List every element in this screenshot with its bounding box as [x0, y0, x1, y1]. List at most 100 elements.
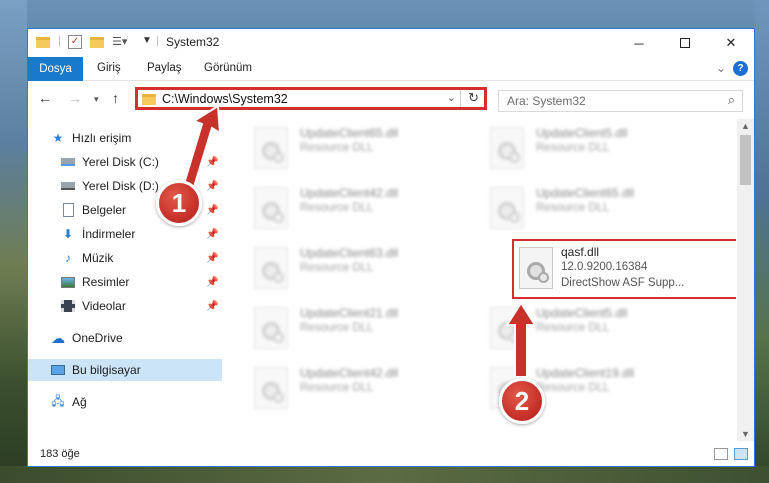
annotation-badge-2: 2 [499, 378, 545, 424]
sidebar-item-quick-access[interactable]: ★ Hızlı erişim [28, 127, 222, 149]
file-description: Resource DLL [536, 382, 610, 394]
file-name: UpdateClient42.dll [300, 186, 399, 200]
file-description: Resource DLL [536, 142, 610, 154]
window-title: System32 [166, 35, 220, 49]
pictures-icon [60, 275, 76, 289]
minimize-button[interactable]: ─ [616, 29, 662, 57]
dll-file-icon [519, 247, 553, 289]
sidebar-item-pictures[interactable]: Resimler 📌 [28, 271, 222, 293]
tab-view[interactable]: Görünüm [204, 62, 252, 74]
file-description: DirectShow ASF Supp... [561, 277, 685, 289]
sidebar-label-drive-d: Yerel Disk (D:) [82, 179, 159, 193]
file-description: Resource DLL [536, 202, 610, 214]
pin-icon[interactable]: 📌 [206, 277, 218, 288]
recent-locations-icon[interactable]: ▾ [94, 94, 99, 105]
pin-icon[interactable]: 📌 [206, 253, 218, 264]
sidebar-item-drive-c[interactable]: Yerel Disk (C:) 📌 [28, 151, 222, 173]
dll-file-icon [254, 307, 288, 349]
sidebar-item-music[interactable]: ♪ Müzik 📌 [28, 247, 222, 269]
sidebar-item-this-pc[interactable]: Bu bilgisayar [28, 359, 222, 381]
file-name: UpdateClient65.dll [536, 186, 635, 200]
sidebar-label-this-pc: Bu bilgisayar [72, 363, 141, 377]
downloads-icon: ⬇ [62, 227, 74, 241]
details-view-icon[interactable] [714, 448, 728, 460]
tab-file[interactable]: Dosya [28, 57, 83, 81]
close-button[interactable]: ✕ [708, 29, 754, 57]
sidebar-item-network[interactable]: 🖧 Ağ [28, 391, 222, 413]
file-item[interactable]: UpdateClient5.dll Resource DLL [486, 303, 716, 359]
file-explorer-window: | ✓ ☰▾ ▼ | System32 ─ ✕ Dosya Giriş Payl… [27, 28, 755, 467]
sidebar-item-videos[interactable]: Videolar 📌 [28, 295, 222, 317]
file-description: Resource DLL [300, 202, 374, 214]
file-item[interactable]: UpdateClient65.dll Resource DLL [250, 123, 480, 179]
forward-arrow-icon[interactable]: → [68, 90, 82, 106]
pin-icon[interactable]: 📌 [206, 229, 218, 240]
file-item[interactable]: UpdateClient42.dll Resource DLL [250, 363, 480, 419]
scroll-up-icon[interactable]: ▲ [741, 121, 750, 131]
network-icon: 🖧 [51, 393, 65, 408]
file-name: UpdateClient19.dll [536, 366, 635, 380]
sidebar-item-onedrive[interactable]: ☁ OneDrive [28, 327, 222, 349]
sidebar-label-videos: Videolar [82, 299, 126, 313]
sidebar-label-network: Ağ [72, 395, 87, 409]
scrollbar-thumb[interactable] [740, 135, 751, 185]
dll-file-icon [490, 127, 524, 169]
new-folder-icon[interactable] [90, 35, 104, 51]
tab-home[interactable]: Giriş [97, 62, 121, 74]
file-item[interactable]: UpdateClient5.dll Resource DLL [486, 123, 716, 179]
file-name: UpdateClient63.dll [300, 246, 399, 260]
title-bar: | ✓ ☰▾ ▼ | System32 ─ ✕ [28, 29, 754, 57]
title-separator-2: | [156, 35, 159, 47]
sidebar-label-quick-access: Hızlı erişim [72, 131, 132, 145]
star-icon: ★ [52, 131, 64, 145]
quick-access-dropdown-icon[interactable]: ▼ [142, 35, 152, 51]
customize-toolbar-icon[interactable]: ☰▾ [112, 35, 127, 51]
scroll-down-icon[interactable]: ▼ [741, 429, 750, 439]
large-icons-view-icon[interactable] [734, 448, 748, 460]
address-dropdown-icon[interactable]: ⌄ [447, 91, 456, 104]
maximize-icon [680, 38, 690, 48]
drive-icon [60, 155, 76, 169]
cloud-icon: ☁ [51, 329, 65, 346]
file-description: Resource DLL [300, 382, 374, 394]
sidebar-label-drive-c: Yerel Disk (C:) [82, 155, 159, 169]
file-item[interactable]: UpdateClient21.dll Resource DLL [250, 303, 480, 359]
back-arrow-icon[interactable]: ← [38, 90, 52, 106]
help-icon[interactable]: ? [733, 61, 748, 76]
videos-icon [60, 299, 76, 313]
highlighted-file-qasf[interactable]: qasf.dll 12.0.9200.16384 DirectShow ASF … [512, 239, 736, 299]
music-icon: ♪ [65, 251, 71, 265]
pin-icon[interactable]: 📌 [206, 157, 218, 168]
expand-ribbon-icon[interactable]: ⌄ [716, 61, 726, 75]
title-separator: | [58, 35, 61, 47]
documents-icon [60, 203, 76, 217]
up-arrow-icon[interactable]: ↑ [112, 90, 119, 106]
dll-file-icon [254, 247, 288, 289]
tab-share[interactable]: Paylaş [147, 62, 182, 74]
sidebar-label-documents: Belgeler [82, 203, 127, 217]
file-description: Resource DLL [300, 262, 374, 274]
address-path: C:\Windows\System32 [162, 92, 288, 106]
search-placeholder: Ara: System32 [507, 94, 586, 108]
address-folder-icon [142, 94, 156, 105]
refresh-icon[interactable]: ↻ [468, 90, 479, 106]
maximize-button[interactable] [662, 29, 708, 57]
file-description: Resource DLL [300, 322, 374, 334]
vertical-scrollbar[interactable]: ▲ ▼ [737, 119, 754, 441]
search-box[interactable]: Ara: System32 ⌕ [498, 90, 743, 112]
desktop-background-bottom [0, 466, 769, 483]
status-bar: 183 öğe [28, 442, 754, 466]
file-item[interactable]: UpdateClient65.dll Resource DLL [486, 183, 716, 239]
address-bar[interactable]: C:\Windows\System32 ⌄ ↻ [135, 87, 487, 110]
file-item[interactable]: UpdateClient63.dll Resource DLL [250, 243, 480, 299]
pin-icon[interactable]: 📌 [206, 301, 218, 312]
minimize-icon: ─ [634, 35, 644, 51]
file-item[interactable]: UpdateClient42.dll Resource DLL [250, 183, 480, 239]
item-count: 183 öğe [40, 448, 80, 460]
pin-icon[interactable]: 📌 [206, 205, 218, 216]
pin-icon[interactable]: 📌 [206, 181, 218, 192]
properties-icon[interactable]: ✓ [68, 35, 82, 49]
file-description: Resource DLL [300, 142, 374, 154]
sidebar-item-downloads[interactable]: ⬇ İndirmeler 📌 [28, 223, 222, 245]
computer-icon [50, 363, 66, 377]
